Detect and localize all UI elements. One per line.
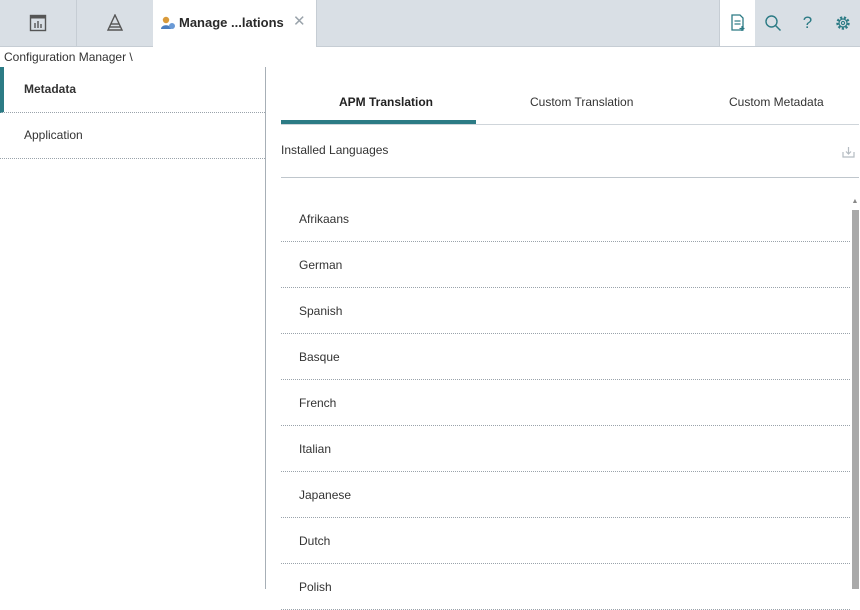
list-item[interactable]: Italian xyxy=(281,426,850,472)
breadcrumb[interactable]: Configuration Manager \ xyxy=(4,50,133,64)
sidebar-item-label: Metadata xyxy=(24,82,77,96)
new-document-icon xyxy=(730,14,744,31)
dashboard-icon xyxy=(29,14,47,32)
active-tab-indicator xyxy=(281,120,476,124)
language-label: Dutch xyxy=(299,534,331,548)
language-label: Spanish xyxy=(299,304,343,318)
search-button[interactable] xyxy=(755,0,790,46)
tab-manage-translations[interactable]: Manage ...lations ✕ xyxy=(153,0,317,47)
tab-custom-metadata[interactable]: Custom Metadata xyxy=(729,95,824,109)
hierarchy-icon xyxy=(106,14,123,31)
language-label: Basque xyxy=(299,350,340,364)
list-item[interactable]: Dutch xyxy=(281,518,850,564)
language-label: Japanese xyxy=(299,488,352,502)
user-settings-icon xyxy=(161,16,175,29)
list-item[interactable]: French xyxy=(281,380,850,426)
language-label: Italian xyxy=(299,442,332,456)
list-item[interactable]: Polish xyxy=(281,564,850,610)
scroll-thumb[interactable] xyxy=(852,210,859,589)
new-document-button[interactable] xyxy=(720,0,755,46)
help-button[interactable]: ? xyxy=(790,0,825,46)
list-item[interactable]: Japanese xyxy=(281,472,850,518)
language-list: Afrikaans German Spanish Basque French I… xyxy=(281,196,850,610)
language-label: Polish xyxy=(299,580,332,594)
tab-custom-translation[interactable]: Custom Translation xyxy=(530,95,633,109)
sidebar-item-metadata[interactable]: Metadata xyxy=(0,67,265,113)
list-item[interactable]: German xyxy=(281,242,850,288)
tab-title: Manage ...lations xyxy=(179,15,284,30)
section-divider xyxy=(281,177,859,178)
settings-icon xyxy=(835,16,850,30)
close-icon[interactable]: ✕ xyxy=(293,12,306,30)
language-label: French xyxy=(299,396,337,410)
scroll-up-icon[interactable]: ▲ xyxy=(851,198,859,205)
tab-apm-translation[interactable]: APM Translation xyxy=(339,95,433,109)
sidebar-item-label: Application xyxy=(24,128,83,142)
pane-divider[interactable] xyxy=(265,67,266,589)
language-label: German xyxy=(299,258,343,272)
search-icon xyxy=(764,15,781,32)
sidebar-item-application[interactable]: Application xyxy=(0,113,265,159)
toolbar: ? xyxy=(719,0,860,46)
sidebar: Metadata Application xyxy=(0,67,265,159)
list-scrollbar[interactable]: ▲ xyxy=(851,196,859,589)
app-tab-bar: Manage ...lations ✕ ? xyxy=(0,0,860,47)
tab-hierarchy[interactable] xyxy=(76,0,154,46)
tab-dashboard[interactable] xyxy=(0,0,77,46)
language-label: Afrikaans xyxy=(299,212,350,226)
help-icon: ? xyxy=(802,13,813,32)
list-item[interactable]: Basque xyxy=(281,334,850,380)
settings-button[interactable] xyxy=(825,0,860,46)
list-item[interactable]: Spanish xyxy=(281,288,850,334)
export-icon[interactable] xyxy=(842,146,855,158)
section-title: Installed Languages xyxy=(281,143,389,157)
content-tabs: APM Translation Custom Translation Custo… xyxy=(281,81,859,125)
list-item[interactable]: Afrikaans xyxy=(281,196,850,242)
